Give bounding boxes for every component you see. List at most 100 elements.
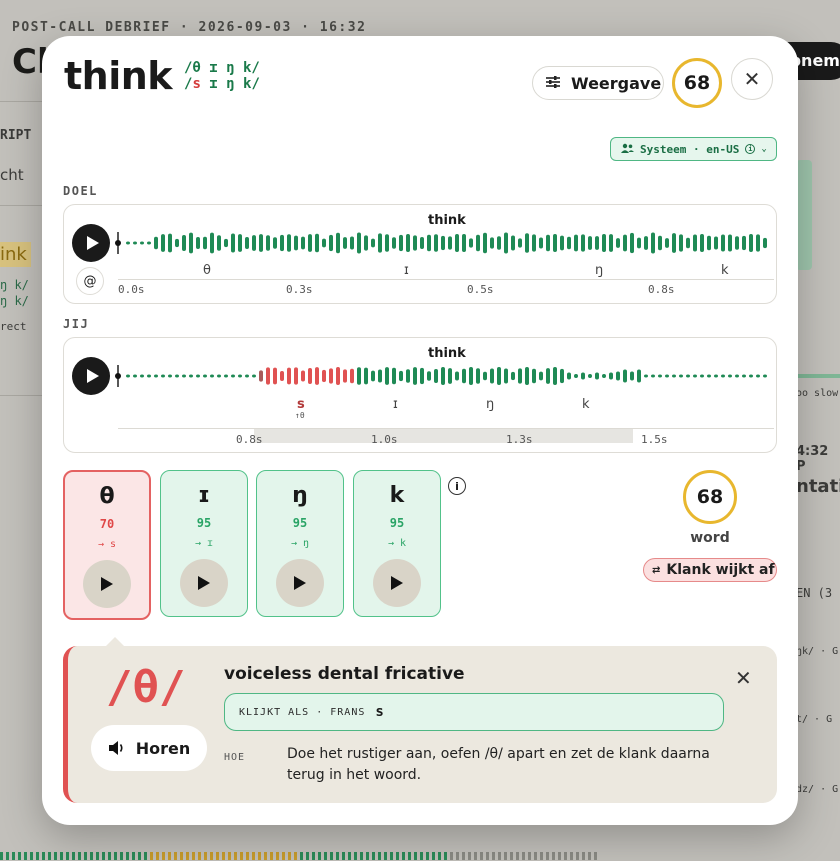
tile-play-button[interactable] [83,560,131,608]
waveform-bar [623,234,627,252]
tile-score: 95 [196,516,212,530]
tile-play-button[interactable] [276,559,324,607]
waveform-bar [707,235,711,251]
waveform-bar [266,235,270,251]
waveform-bar [574,234,578,252]
target-phoneme: k [721,263,729,278]
waveform-bar [259,234,263,252]
bg-left-text: ŋ k/ [0,294,29,308]
waveform-bar [224,374,228,378]
tile-play-button[interactable] [373,559,421,607]
tile-heard-as: → k [387,538,407,549]
bg-left-text: RIPT [0,128,32,143]
waveform-bar [595,372,599,380]
waveform-bar [721,374,725,378]
waveform-bar [595,236,599,250]
phoneme-tile-ih[interactable]: ɪ 95 → ɪ [160,470,248,617]
user-tick: 1.5s [641,433,668,446]
info-icon[interactable]: i [448,477,466,495]
waveform-bar [672,233,676,253]
view-settings-button[interactable]: Weergave [532,66,664,100]
waveform-bar [756,234,760,252]
waveform-bar [546,234,550,252]
user-label: JIJ [63,317,90,331]
waveform-bar [630,232,634,254]
waveform-bar [518,238,522,248]
sliders-icon [545,74,561,93]
target-phoneme: ŋ [595,263,604,278]
waveform-bar [441,367,445,385]
voice-selector[interactable]: Systeem · en-US i ⌄ [610,137,777,161]
user-tick: 1.0s [371,433,398,446]
user-phoneme: ɪ [393,397,398,412]
waveform-bar [448,236,452,250]
close-detail-button[interactable]: ✕ [735,666,752,690]
waveform-bar [161,234,165,252]
tile-symbol: k [389,483,405,508]
deviation-badge-label: Klank wijkt af [666,562,775,578]
waveform-bar [189,232,193,254]
phoneme-tile-theta[interactable]: θ 70 → s [63,470,151,620]
play-target-button[interactable] [72,224,110,262]
waveform-bar [420,367,424,385]
waveform-bar [133,241,137,245]
waveform-bar [385,367,389,385]
tile-heard-as: → ŋ [290,538,310,549]
waveform-bar [476,368,480,384]
waveform-bar [658,374,662,378]
slow-playback-button[interactable]: @ [76,267,104,295]
play-icon [101,577,113,591]
waveform-bar [343,369,347,383]
bg-right-text: oo slow [796,388,839,399]
waveform-bar [126,374,130,378]
target-phoneme: θ [203,263,211,278]
waveform-bar [574,374,578,378]
waveform-bar [679,374,683,378]
waveform-bar [301,236,305,250]
waveform-bar [266,367,270,385]
sounds-like-box: KLIJKT ALS · FRANS s [224,693,724,731]
waveform-bar [322,238,326,248]
waveform-bar [175,238,179,248]
listen-button[interactable]: Horen [91,725,207,771]
waveform-bar [210,374,214,378]
target-tick: 0.0s [118,283,145,296]
bg-right-text: 4:32 P [796,444,829,474]
waveform-bar [686,374,690,378]
waveform-bar [763,237,767,249]
waveform-bar [637,369,641,383]
waveform-bar [511,371,515,381]
waveform-bar [742,374,746,378]
waveform-bar [196,236,200,250]
waveform-bar [154,374,158,378]
waveform-bar [357,232,361,254]
phoneme-tile-eng[interactable]: ŋ 95 → ŋ [256,470,344,617]
speaker-icon [108,741,123,755]
waveform-bar [175,374,179,378]
waveform-bar [287,234,291,252]
bg-left-text: ink [0,242,31,267]
waveform-bar [581,372,585,380]
tile-heard-as: → s [97,539,117,550]
waveform-bar [560,235,564,251]
waveform-bar [350,236,354,250]
waveform-bar [588,374,592,378]
bg-right-text: dz/ · G [796,784,839,795]
waveform-bar [364,367,368,385]
waveform-bar [168,233,172,253]
waveform-bar [364,235,368,251]
close-modal-button[interactable]: ✕ [731,58,773,100]
play-user-button[interactable] [72,357,110,395]
tile-play-button[interactable] [180,559,228,607]
waveform-bar [462,233,466,253]
bg-right-text: t/ · G [796,714,833,725]
target-label: DOEL [63,184,98,198]
phoneme-tile-k[interactable]: k 95 → k [353,470,441,617]
waveform-bar [756,374,760,378]
waveform-bar [707,374,711,378]
waveform-bar [763,374,767,378]
target-waveform-card: @ think θ ɪ ŋ k 0.0s 0.3s 0.5s 0.8s [63,204,777,304]
waveform-bar [252,374,256,378]
waveform-bar [609,372,613,380]
waveform-bar [238,234,242,252]
